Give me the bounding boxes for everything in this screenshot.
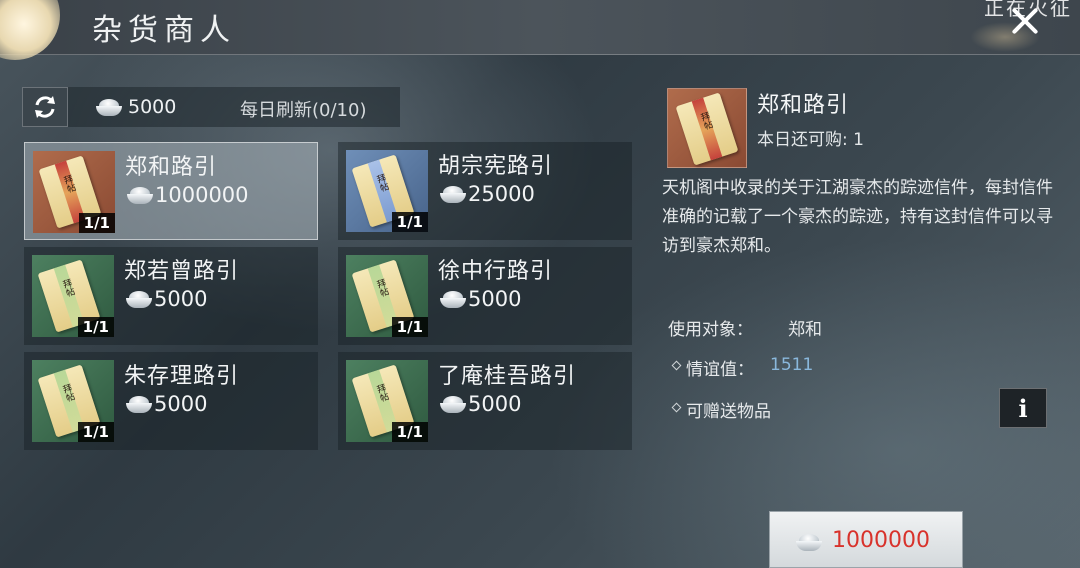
detail-affinity-value: 1511 [770, 355, 814, 375]
silver-ingot-icon [796, 532, 822, 552]
diamond-bullet-icon [671, 360, 682, 371]
detail-description: 天机阁中收录的关于江湖豪杰的踪迹信件，每封信件准确的记载了一个豪杰的踪迹，持有这… [662, 178, 1053, 256]
page-title: 杂货商人 [92, 13, 236, 48]
item-price: 5000 [468, 287, 522, 311]
refresh-icon [35, 96, 55, 118]
item-name: 郑若曾路引 [124, 259, 240, 284]
item-name: 郑和路引 [125, 155, 218, 180]
item-price: 1000000 [155, 183, 249, 207]
silver-ingot-icon [126, 394, 152, 414]
detail-target-label: 使用对象： [668, 320, 753, 340]
close-icon[interactable] [1010, 6, 1040, 36]
item-name: 胡宗宪路引 [438, 154, 554, 179]
item-thumbnail: 拜帖 1/1 [32, 360, 114, 442]
item-name: 徐中行路引 [438, 259, 554, 284]
silver-ingot-icon [96, 97, 122, 117]
letter-icon: 拜帖 [675, 92, 739, 166]
item-price: 5000 [154, 392, 208, 416]
shop-item-huzongxian[interactable]: 拜帖 1/1 胡宗宪路引 25000 [338, 142, 632, 240]
item-price: 5000 [468, 392, 522, 416]
quantity-badge: 1/1 [391, 212, 428, 232]
item-name: 了庵桂吾路引 [438, 364, 577, 389]
detail-affinity-label: 情谊值： [686, 360, 754, 380]
shop-item-zhengruozeng[interactable]: 拜帖 1/1 郑若曾路引 5000 [24, 247, 318, 345]
detail-item-thumbnail: 拜帖 [667, 88, 747, 168]
shop-item-zhucunli[interactable]: 拜帖 1/1 朱存理路引 5000 [24, 352, 318, 450]
buy-price: 1000000 [832, 528, 930, 553]
money-amount: 5000 [128, 96, 177, 118]
item-price: 5000 [154, 287, 208, 311]
diamond-bullet-icon [671, 402, 682, 413]
silver-ingot-icon [127, 185, 153, 205]
currency-bar: 5000 每日刷新(0/10) [22, 87, 400, 127]
quantity-badge: 1/1 [78, 213, 115, 233]
shop-item-xuzhongxing[interactable]: 拜帖 1/1 徐中行路引 5000 [338, 247, 632, 345]
item-thumbnail: 拜帖 1/1 [346, 150, 428, 232]
quantity-badge: 1/1 [77, 422, 114, 442]
item-name: 朱存理路引 [124, 364, 240, 389]
daily-refresh-counter: 每日刷新(0/10) [240, 100, 367, 121]
quantity-badge: 1/1 [77, 317, 114, 337]
silver-ingot-icon [440, 394, 466, 414]
info-button[interactable]: i [999, 388, 1047, 428]
silver-ingot-icon [126, 289, 152, 309]
moon-decoration [0, 0, 60, 60]
header-bar: 杂货商人 正在火征 [0, 0, 1080, 60]
item-price: 25000 [468, 182, 535, 206]
detail-target-value: 郑和 [788, 320, 822, 340]
quantity-badge: 1/1 [391, 422, 428, 442]
silver-ingot-icon [440, 184, 466, 204]
shop-item-liaoanguiwu[interactable]: 拜帖 1/1 了庵桂吾路引 5000 [338, 352, 632, 450]
item-thumbnail: 拜帖 1/1 [33, 151, 115, 233]
refresh-button[interactable] [22, 87, 68, 127]
quantity-badge: 1/1 [391, 317, 428, 337]
detail-gift-label: 可赠送物品 [686, 402, 771, 422]
buy-button[interactable]: 1000000 [769, 511, 963, 568]
item-thumbnail: 拜帖 1/1 [32, 255, 114, 337]
detail-item-name: 郑和路引 [757, 93, 850, 118]
silver-ingot-icon [440, 289, 466, 309]
shop-item-zhenghe[interactable]: 拜帖 1/1 郑和路引 1000000 [24, 142, 318, 240]
item-thumbnail: 拜帖 1/1 [346, 255, 428, 337]
item-thumbnail: 拜帖 1/1 [346, 360, 428, 442]
detail-remaining-purchases: 本日还可购: 1 [757, 130, 864, 150]
